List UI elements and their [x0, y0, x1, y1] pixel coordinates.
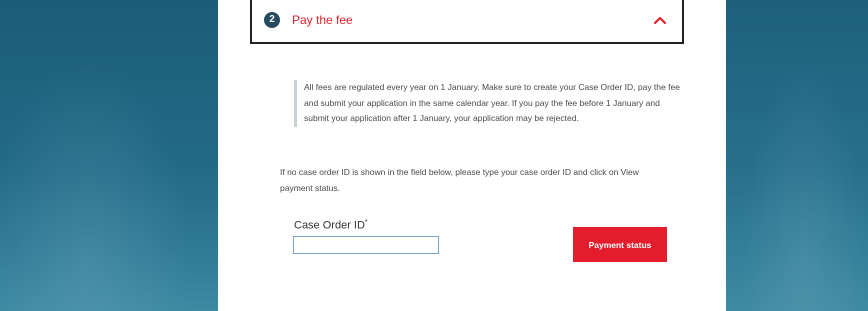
case-order-help-text: If no case order ID is shown in the fiel…	[280, 165, 670, 196]
fee-info-text: All fees are regulated every year on 1 J…	[304, 82, 680, 123]
case-order-label: Case Order ID*	[294, 219, 368, 232]
case-order-id-input[interactable]	[293, 236, 439, 254]
background-right-sea	[726, 0, 868, 311]
payment-status-button[interactable]: Payment status	[573, 227, 667, 262]
step-accordion-header[interactable]: 2 Pay the fee	[250, 0, 684, 44]
background-left-sea	[0, 0, 218, 311]
step-title: Pay the fee	[292, 13, 353, 27]
step-number-badge: 2	[264, 12, 280, 28]
chevron-up-icon[interactable]	[652, 13, 668, 27]
case-order-label-text: Case Order ID	[294, 219, 365, 232]
fee-info-notice: All fees are regulated every year on 1 J…	[294, 80, 684, 127]
content-panel: 2 Pay the fee All fees are regulated eve…	[218, 0, 726, 311]
required-asterisk: *	[364, 219, 368, 226]
help-text: If no case order ID is shown in the fiel…	[280, 167, 639, 193]
